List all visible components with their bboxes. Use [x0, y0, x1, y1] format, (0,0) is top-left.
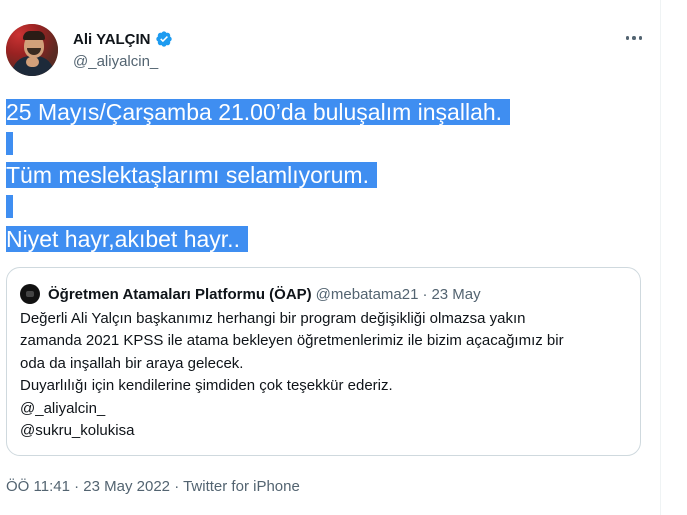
- quoted-author-name[interactable]: Öğretmen Atamaları Platformu (ÖAP): [48, 286, 312, 303]
- selected-text: Tüm meslektaşlarımı selamlıyorum.: [6, 162, 377, 188]
- quoted-text-line: Değerli Ali Yalçın başkanımız herhangi b…: [20, 310, 526, 327]
- quoted-text-line: zamanda 2021 KPSS ile atama bekleyen öğr…: [20, 332, 564, 350]
- tweet-metadata: ÖÖ 11:41 · 23 May 2022 · Twitter for iPh…: [6, 478, 300, 495]
- verified-badge-icon: [155, 31, 172, 47]
- separator-dot: ·: [74, 478, 80, 495]
- quoted-author-handle[interactable]: @mebatama21: [316, 286, 419, 303]
- tweet-source[interactable]: Twitter for iPhone: [183, 478, 300, 495]
- quoted-tweet-date[interactable]: 23 May: [431, 286, 480, 303]
- quoted-tweet-card[interactable]: Öğretmen Atamaları Platformu (ÖAP) @meba…: [6, 267, 641, 456]
- selected-text: 25 Mayıs/Çarşamba 21.00’da buluşalım inş…: [6, 99, 511, 125]
- author-name[interactable]: Ali YALÇIN: [73, 31, 151, 48]
- selection-blank-line: [6, 195, 13, 218]
- tweet-header: Ali YALÇIN @_aliyalcin_: [6, 20, 651, 80]
- selected-text: Niyet hayr,akıbet hayr..: [6, 226, 248, 252]
- author-handle[interactable]: @_aliyalcin_: [73, 53, 158, 70]
- author-avatar[interactable]: [6, 24, 58, 76]
- column-divider: [660, 0, 661, 515]
- selection-blank-line: [6, 132, 13, 155]
- separator-dot: ·: [174, 478, 180, 495]
- quoted-text-line: Duyarlılığı için kendilerine şimdiden ço…: [20, 377, 393, 395]
- more-options-icon[interactable]: [620, 28, 648, 48]
- tweet-page: Ali YALÇIN @_aliyalcin_ 25 Mayıs/Çarşamb…: [0, 0, 687, 515]
- separator-dot: ·: [422, 285, 428, 303]
- mention-link[interactable]: @_aliyalcin_: [20, 398, 630, 420]
- tweet-line-1: 25 Mayıs/Çarşamba 21.00’da buluşalım inş…: [6, 96, 511, 128]
- mention-link[interactable]: @sukru_kolukisa: [20, 420, 630, 442]
- quoted-text-line: oda da inşallah bir araya gelecek.: [20, 354, 244, 372]
- tweet-date[interactable]: 23 May 2022: [83, 478, 170, 495]
- quoted-tweet-header: Öğretmen Atamaları Platformu (ÖAP) @meba…: [20, 284, 481, 304]
- tweet-time[interactable]: ÖÖ 11:41: [6, 478, 70, 495]
- author-name-row[interactable]: Ali YALÇIN: [73, 29, 173, 49]
- quoted-tweet-text: Değerli Ali Yalçın başkanımız herhangi b…: [20, 308, 630, 442]
- tweet-line-2: Tüm meslektaşlarımı selamlıyorum.: [6, 159, 377, 191]
- tweet-line-3: Niyet hayr,akıbet hayr..: [6, 223, 248, 255]
- quoted-author-avatar[interactable]: [20, 284, 40, 304]
